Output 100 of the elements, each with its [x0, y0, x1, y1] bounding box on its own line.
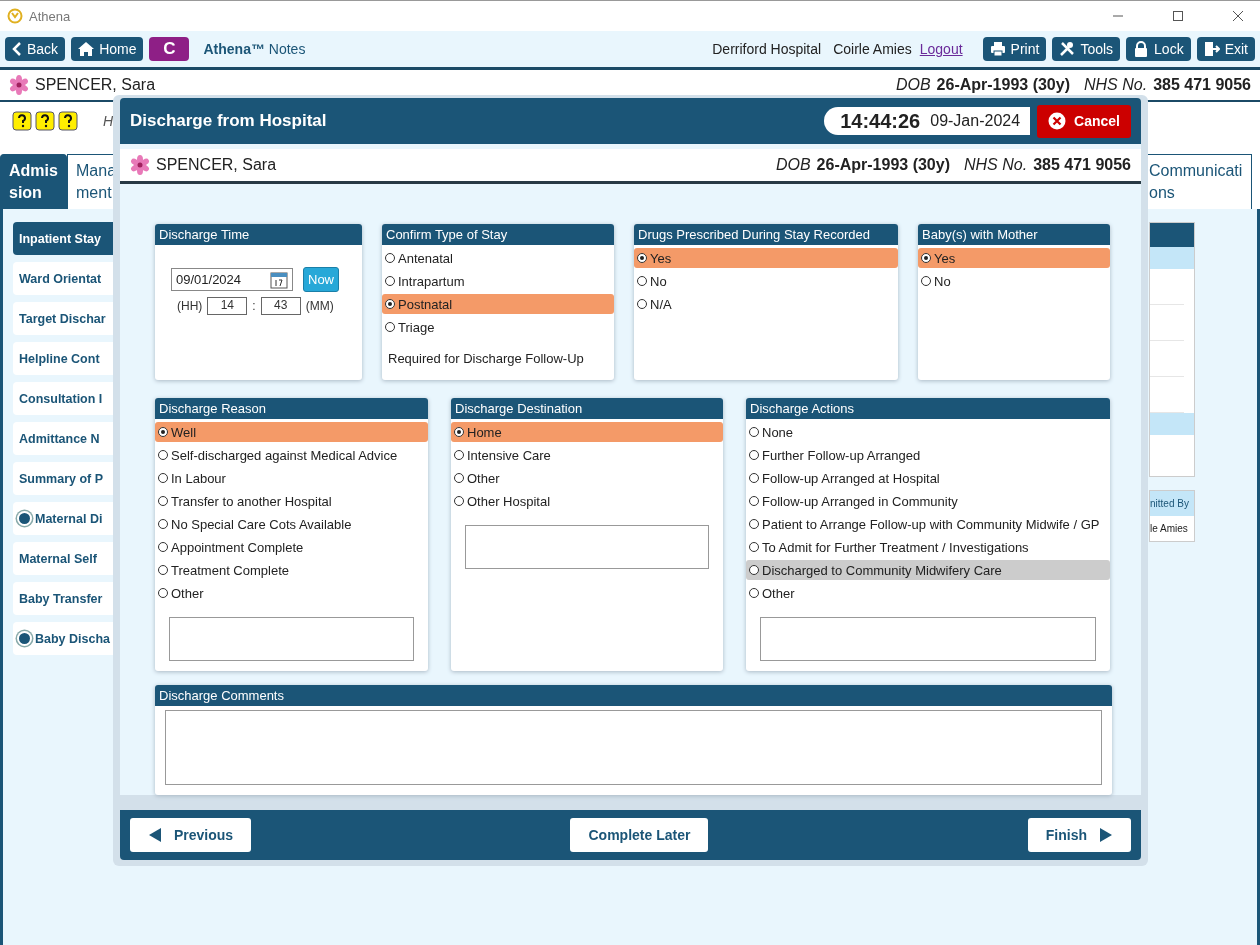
triangle-left-icon — [148, 827, 162, 843]
radio-icon — [749, 473, 759, 483]
dob-value: 26-Apr-1993 (30y) — [816, 156, 950, 174]
radio-option[interactable]: None — [746, 422, 1110, 442]
radio-option[interactable]: Other Hospital — [451, 491, 723, 511]
maximize-icon[interactable] — [1172, 10, 1184, 22]
text-area[interactable] — [169, 617, 414, 661]
dialog-title: Discharge from Hospital — [130, 111, 327, 131]
previous-button[interactable]: Previous — [130, 818, 252, 852]
toolbar-button[interactable]: Lock — [1126, 37, 1191, 61]
radio-option[interactable]: In Labour — [155, 468, 428, 488]
radio-icon — [158, 565, 168, 575]
radio-option[interactable]: Further Follow-up Arranged — [746, 445, 1110, 465]
radio-option[interactable]: Patient to Arrange Follow-up with Community Midwife / GP — [746, 514, 1110, 534]
c-button[interactable]: C — [149, 37, 190, 61]
window-title: Athena — [29, 8, 71, 24]
lock-icon — [1133, 41, 1150, 57]
app-name: Athena™ Notes — [203, 41, 306, 57]
radio-option[interactable]: Well — [155, 422, 428, 442]
triangle-right-icon — [1099, 827, 1113, 843]
radio-option[interactable]: Intensive Care — [451, 445, 723, 465]
finish-button[interactable]: Finish — [1027, 818, 1131, 852]
help-icon[interactable] — [35, 111, 55, 131]
radio-icon — [385, 276, 395, 286]
user-name: Coirle Amies — [833, 41, 912, 57]
panel-title: Discharge Reason — [155, 398, 428, 419]
home-icon — [78, 42, 95, 56]
text-area[interactable] — [465, 525, 709, 569]
radio-option[interactable]: Discharged to Community Midwifery Care — [746, 560, 1110, 580]
radio-option[interactable]: Yes — [634, 248, 898, 268]
radio-option[interactable]: Intrapartum — [382, 271, 614, 291]
chevron-left-icon — [12, 42, 22, 56]
minutes-label: (MM) — [305, 299, 334, 313]
dob-value: 26-Apr-1993 (30y) — [936, 76, 1070, 94]
minutes-field[interactable]: 43 — [260, 297, 301, 315]
complete-later-button[interactable]: Complete Later — [570, 818, 709, 852]
patient-name: SPENCER, Sara — [35, 76, 156, 94]
radio-option[interactable]: Postnatal — [382, 294, 614, 314]
panel-title: Discharge Destination — [451, 398, 723, 419]
radio-option[interactable]: Other — [155, 583, 428, 603]
radio-icon — [158, 450, 168, 460]
clock-date: 09-Jan-2024 — [930, 112, 1021, 130]
radio-option[interactable]: Other — [451, 468, 723, 488]
calendar-icon[interactable] — [270, 270, 288, 289]
radio-icon — [158, 542, 168, 552]
help-icon[interactable] — [12, 111, 32, 131]
radio-option[interactable]: No Special Care Cots Available — [155, 514, 428, 534]
radio-icon — [19, 633, 30, 644]
radio-icon — [385, 253, 395, 263]
clock-time: 14:44:26 — [840, 109, 921, 133]
flower-icon — [130, 155, 150, 175]
radio-icon — [158, 496, 168, 506]
comments-field[interactable] — [165, 710, 1102, 785]
radio-icon — [749, 542, 759, 552]
radio-option[interactable]: N/A — [634, 294, 898, 314]
radio-option[interactable]: Antenatal — [382, 248, 614, 268]
panel-title: Discharge Actions — [746, 398, 1110, 419]
nhs-label: NHS No. — [1084, 76, 1148, 94]
radio-icon — [749, 565, 759, 575]
nhs-number: 385 471 9056 — [1153, 76, 1251, 94]
column-header: nitted By — [1150, 491, 1194, 516]
logout-link[interactable]: Logout — [919, 41, 963, 57]
tab[interactable]: Admission — [0, 154, 67, 209]
radio-icon — [385, 299, 395, 309]
table-cell-text: le Amies — [1150, 522, 1189, 536]
radio-option[interactable]: Follow-up Arranged in Community — [746, 491, 1110, 511]
radio-icon — [158, 519, 168, 529]
back-button[interactable]: Back — [5, 37, 66, 61]
radio-icon — [158, 473, 168, 483]
radio-option[interactable]: Yes — [918, 248, 1110, 268]
date-field[interactable]: 09/01/2024 — [171, 268, 293, 291]
panel-title: Drugs Prescribed During Stay Recorded — [634, 224, 898, 245]
note-text: Required for Discharge Follow-Up — [387, 350, 585, 366]
cancel-button[interactable]: Cancel — [1037, 104, 1131, 138]
radio-option[interactable]: Self-discharged against Medical Advice — [155, 445, 428, 465]
radio-icon — [385, 322, 395, 332]
radio-option[interactable]: No — [634, 271, 898, 291]
radio-option[interactable]: Appointment Complete — [155, 537, 428, 557]
radio-option[interactable]: Other — [746, 583, 1110, 603]
radio-option[interactable]: Transfer to another Hospital — [155, 491, 428, 511]
radio-option[interactable]: Triage — [382, 317, 614, 337]
radio-icon — [454, 496, 464, 506]
close-icon[interactable] — [1232, 10, 1244, 22]
radio-option[interactable]: Home — [451, 422, 723, 442]
toolbar-button[interactable]: Print — [982, 37, 1047, 61]
radio-icon — [749, 427, 759, 437]
dob-label: DOB — [775, 156, 811, 174]
radio-icon — [19, 513, 30, 524]
patient-name: SPENCER, Sara — [156, 156, 277, 174]
toolbar-button[interactable]: Tools — [1052, 37, 1121, 61]
toolbar-button[interactable]: Exit — [1196, 37, 1255, 61]
hours-field[interactable]: 14 — [207, 297, 248, 315]
radio-option[interactable]: Treatment Complete — [155, 560, 428, 580]
radio-option[interactable]: Follow-up Arranged at Hospital — [746, 468, 1110, 488]
panel-title: Discharge Time — [155, 224, 362, 245]
help-icon[interactable] — [58, 111, 78, 131]
radio-option[interactable]: To Admit for Further Treatment / Investigations — [746, 537, 1110, 557]
radio-option[interactable]: No — [918, 271, 1110, 291]
text-area[interactable] — [760, 617, 1096, 661]
home-button[interactable]: Home — [71, 37, 144, 61]
